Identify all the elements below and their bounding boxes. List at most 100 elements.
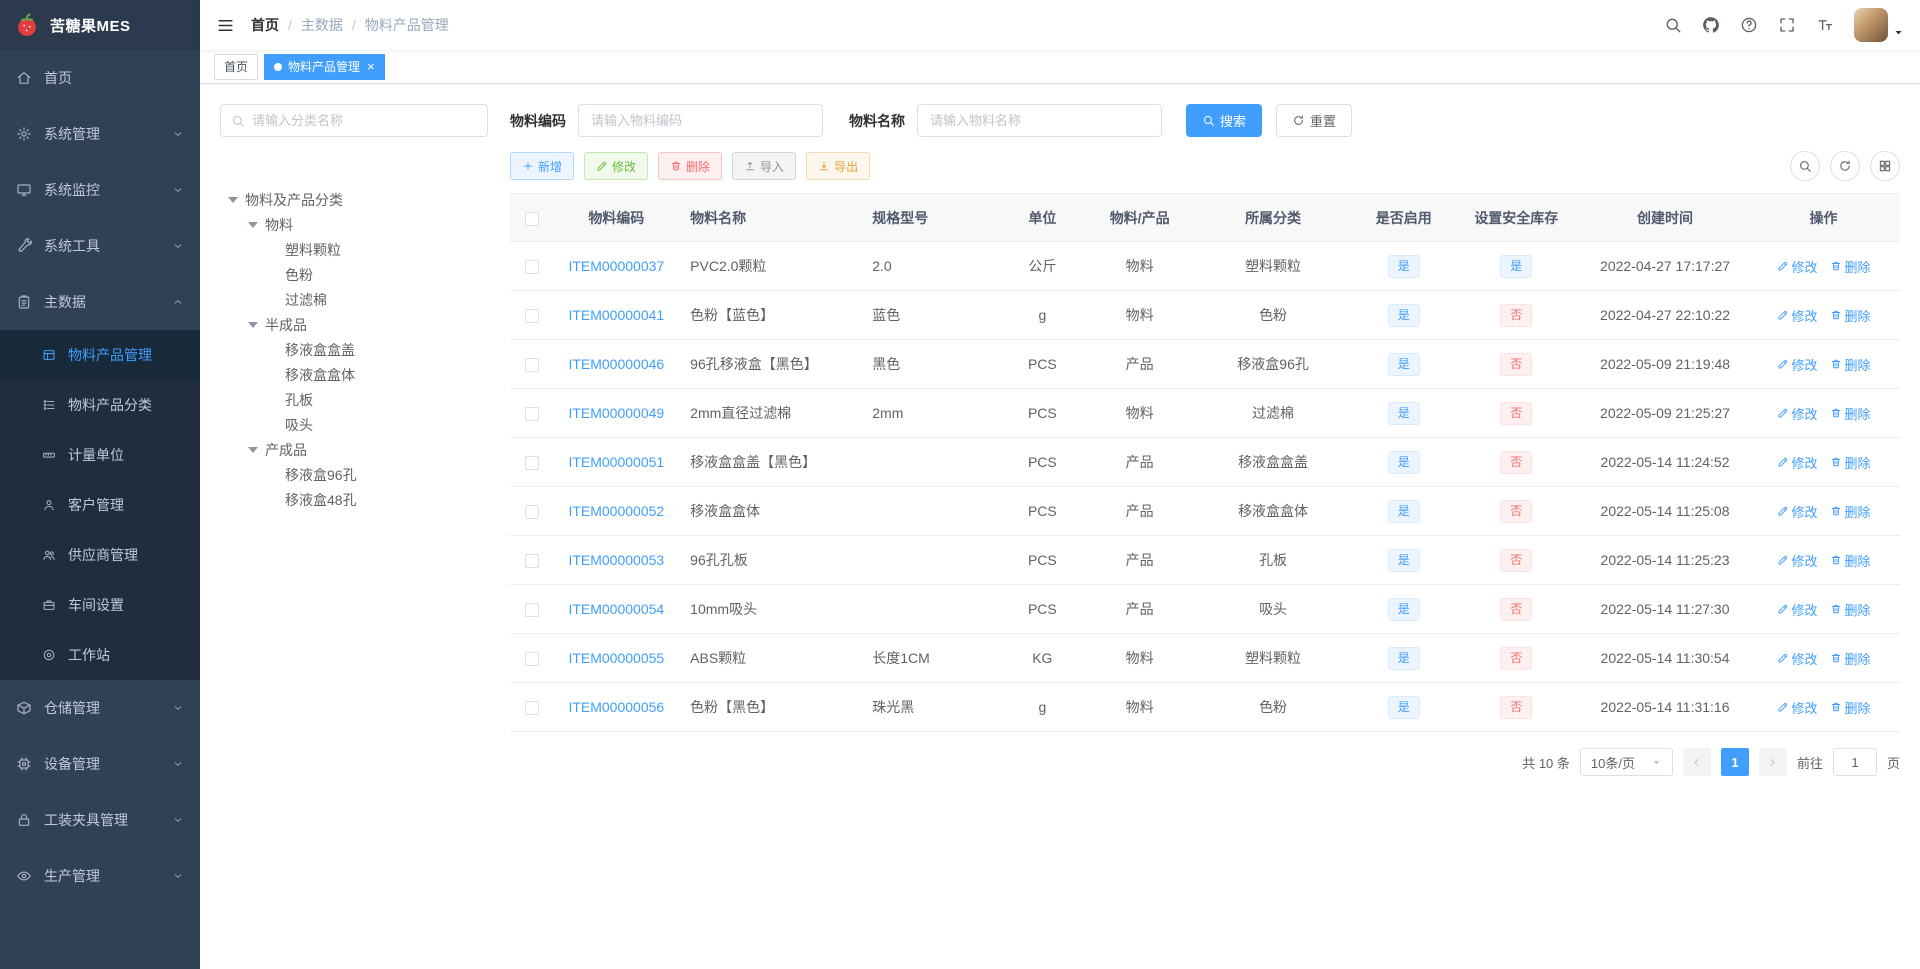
sidebar-item-workshop-settings[interactable]: 车间设置	[0, 580, 200, 630]
tree-node[interactable]: 吸头	[220, 412, 488, 437]
row-checkbox[interactable]	[525, 603, 540, 618]
row-checkbox[interactable]	[525, 505, 540, 520]
material-code-link[interactable]: ITEM00000053	[568, 552, 664, 568]
sidebar-item-measurement-unit[interactable]: 计量单位	[0, 430, 200, 480]
row-edit-link[interactable]: 修改	[1777, 355, 1818, 374]
tree-node[interactable]: 色粉	[220, 262, 488, 287]
grid-icon[interactable]	[1870, 151, 1900, 181]
page-size-select[interactable]: 10条/页	[1579, 748, 1673, 776]
row-delete-link[interactable]: 删除	[1830, 306, 1871, 325]
add-button[interactable]: 新增	[510, 152, 575, 180]
sidebar-item-customer-management[interactable]: 客户管理	[0, 480, 200, 530]
tree-node[interactable]: 移液盒48孔	[220, 487, 488, 512]
row-checkbox[interactable]	[525, 554, 540, 569]
search-button[interactable]: 搜索	[1186, 104, 1263, 137]
row-edit-link[interactable]: 修改	[1777, 600, 1818, 619]
sidebar-item-warehouse-management[interactable]: 仓储管理	[0, 680, 200, 736]
tree-node[interactable]: 物料	[220, 212, 488, 237]
row-delete-link[interactable]: 删除	[1830, 453, 1871, 472]
material-code-link[interactable]: ITEM00000049	[568, 405, 664, 421]
tab-material-product-management[interactable]: 物料产品管理 ×	[264, 53, 385, 80]
material-name-input[interactable]	[917, 104, 1162, 137]
select-all-checkbox[interactable]	[525, 211, 540, 226]
sidebar-item-master-data[interactable]: 主数据	[0, 274, 200, 330]
row-edit-link[interactable]: 修改	[1777, 306, 1818, 325]
search-icon[interactable]	[1664, 16, 1682, 34]
material-code-link[interactable]: ITEM00000051	[568, 454, 664, 470]
tree-node[interactable]: 移液盒96孔	[220, 462, 488, 487]
row-delete-link[interactable]: 删除	[1830, 698, 1871, 717]
row-edit-link[interactable]: 修改	[1777, 257, 1818, 276]
row-delete-link[interactable]: 删除	[1830, 404, 1871, 423]
material-code-link[interactable]: ITEM00000037	[568, 258, 664, 274]
sidebar-item-material-product-management[interactable]: 物料产品管理	[0, 330, 200, 380]
material-code-link[interactable]: ITEM00000056	[568, 699, 664, 715]
import-button[interactable]: 导入	[732, 152, 797, 180]
row-edit-link[interactable]: 修改	[1777, 649, 1818, 668]
sidebar-item-home[interactable]: 首页	[0, 50, 200, 106]
tree-node[interactable]: 物料及产品分类	[220, 187, 488, 212]
row-delete-link[interactable]: 删除	[1830, 649, 1871, 668]
row-edit-link[interactable]: 修改	[1777, 404, 1818, 423]
export-button[interactable]: 导出	[806, 152, 871, 180]
row-delete-link[interactable]: 删除	[1830, 551, 1871, 570]
fontsize-icon[interactable]	[1816, 16, 1834, 34]
row-edit-link[interactable]: 修改	[1777, 502, 1818, 521]
tree-node[interactable]: 塑料颗粒	[220, 237, 488, 262]
row-edit-link[interactable]: 修改	[1777, 453, 1818, 472]
github-icon[interactable]	[1702, 16, 1720, 34]
category-search-input[interactable]	[252, 113, 477, 128]
row-edit-link[interactable]: 修改	[1777, 551, 1818, 570]
fullscreen-icon[interactable]	[1778, 16, 1796, 34]
row-checkbox[interactable]	[525, 701, 540, 716]
row-checkbox[interactable]	[525, 309, 540, 324]
tree-node[interactable]: 半成品	[220, 312, 488, 337]
row-delete-link[interactable]: 删除	[1830, 257, 1871, 276]
breadcrumb-item[interactable]: 首页	[251, 15, 279, 35]
tree-node[interactable]: 产成品	[220, 437, 488, 462]
row-checkbox[interactable]	[525, 407, 540, 422]
sidebar-item-system-management[interactable]: 系统管理	[0, 106, 200, 162]
tree-node[interactable]: 过滤棉	[220, 287, 488, 312]
sidebar-item-system-tools[interactable]: 系统工具	[0, 218, 200, 274]
row-delete-link[interactable]: 删除	[1830, 355, 1871, 374]
sidebar-item-system-monitor[interactable]: 系统监控	[0, 162, 200, 218]
goto-page-input[interactable]	[1832, 748, 1877, 776]
row-checkbox[interactable]	[525, 260, 540, 275]
hamburger-icon[interactable]	[216, 16, 235, 35]
app-logo[interactable]: 苦糖果MES	[0, 0, 200, 50]
material-code-link[interactable]: ITEM00000046	[568, 356, 664, 372]
row-checkbox[interactable]	[525, 358, 540, 373]
prev-page-button[interactable]	[1682, 748, 1711, 776]
reset-button[interactable]: 重置	[1276, 104, 1353, 137]
material-code-link[interactable]: ITEM00000054	[568, 601, 664, 617]
row-checkbox[interactable]	[525, 652, 540, 667]
help-icon[interactable]	[1740, 16, 1758, 34]
next-page-button[interactable]	[1758, 748, 1787, 776]
material-code-link[interactable]: ITEM00000041	[568, 307, 664, 323]
breadcrumb-item[interactable]: 主数据	[301, 15, 343, 35]
edit-button[interactable]: 修改	[584, 152, 649, 180]
search-icon[interactable]	[1790, 151, 1820, 181]
sidebar-item-production-management[interactable]: 生产管理	[0, 848, 200, 904]
user-menu[interactable]	[1854, 8, 1904, 42]
tree-node[interactable]: 移液盒盒体	[220, 362, 488, 387]
sidebar-item-material-product-category[interactable]: 物料产品分类	[0, 380, 200, 430]
material-code-input[interactable]	[578, 104, 823, 137]
sidebar-item-workstation[interactable]: 工作站	[0, 630, 200, 680]
tree-node[interactable]: 移液盒盒盖	[220, 337, 488, 362]
sidebar-item-fixture-management[interactable]: 工装夹具管理	[0, 792, 200, 848]
tab-home[interactable]: 首页	[214, 53, 259, 80]
material-code-link[interactable]: ITEM00000055	[568, 650, 664, 666]
delete-button[interactable]: 删除	[658, 152, 723, 180]
page-number-button[interactable]: 1	[1720, 748, 1749, 776]
refresh-icon[interactable]	[1830, 151, 1860, 181]
material-code-link[interactable]: ITEM00000052	[568, 503, 664, 519]
row-edit-link[interactable]: 修改	[1777, 698, 1818, 717]
sidebar-item-equipment-management[interactable]: 设备管理	[0, 736, 200, 792]
row-delete-link[interactable]: 删除	[1830, 502, 1871, 521]
row-delete-link[interactable]: 删除	[1830, 600, 1871, 619]
row-checkbox[interactable]	[525, 456, 540, 471]
sidebar-item-supplier-management[interactable]: 供应商管理	[0, 530, 200, 580]
avatar[interactable]	[1854, 8, 1888, 42]
